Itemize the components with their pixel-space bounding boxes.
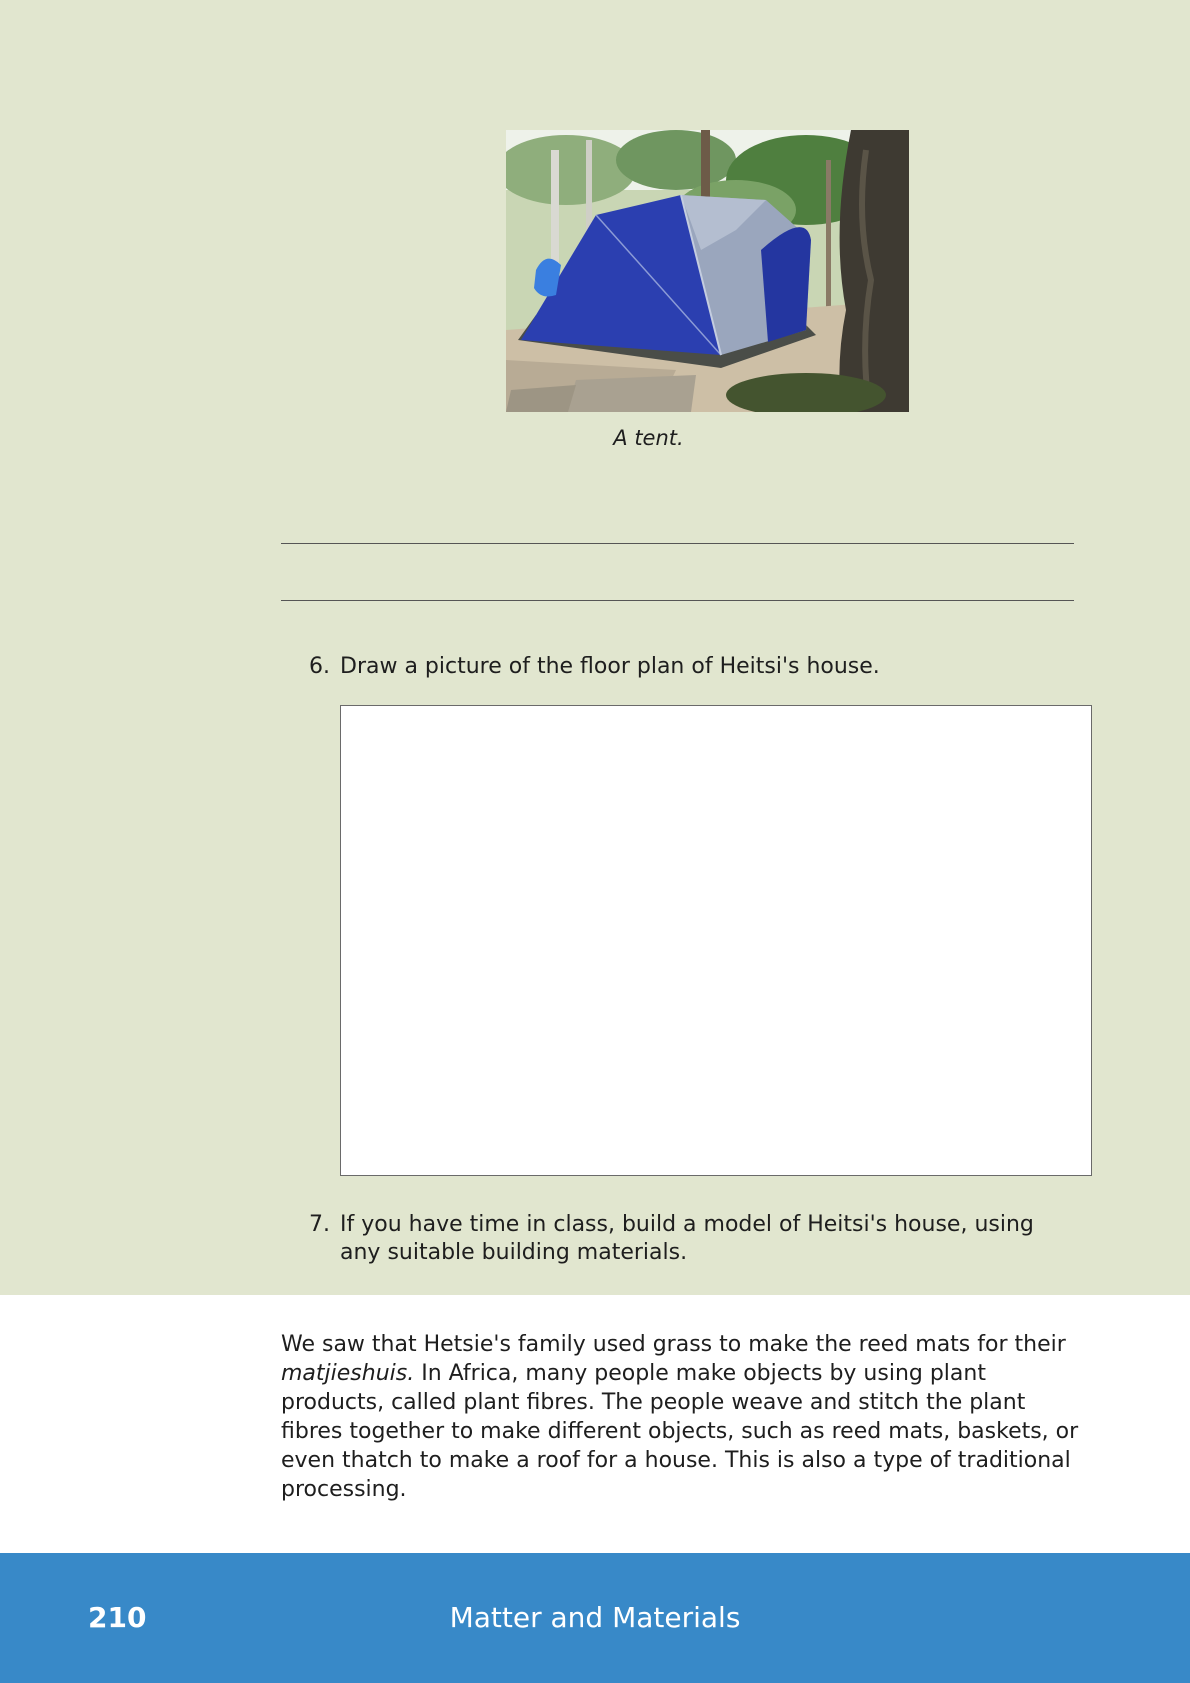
- tent-illustration: [506, 130, 909, 412]
- question-6-number: 6.: [309, 654, 330, 679]
- tent-photo: [506, 130, 909, 412]
- activity-panel: A tent. 6. Draw a picture of the floor p…: [0, 0, 1190, 1295]
- body-paragraph: We saw that Hetsie's family used grass t…: [281, 1330, 1081, 1504]
- question-7-text: If you have time in class, build a model…: [340, 1212, 1034, 1265]
- drawing-box[interactable]: [340, 705, 1092, 1176]
- chapter-title: Matter and Materials: [449, 1601, 741, 1634]
- answer-line[interactable]: [281, 543, 1074, 544]
- question-7-number: 7.: [309, 1212, 330, 1237]
- question-6-text: Draw a picture of the floor plan of Heit…: [340, 654, 880, 679]
- answer-line[interactable]: [281, 600, 1074, 601]
- paragraph-emphasis: matjieshuis.: [281, 1361, 415, 1386]
- page-footer: 210 Matter and Materials: [0, 1553, 1190, 1683]
- paragraph-part-1: We saw that Hetsie's family used grass t…: [281, 1332, 1066, 1357]
- figure-caption: A tent.: [613, 426, 684, 450]
